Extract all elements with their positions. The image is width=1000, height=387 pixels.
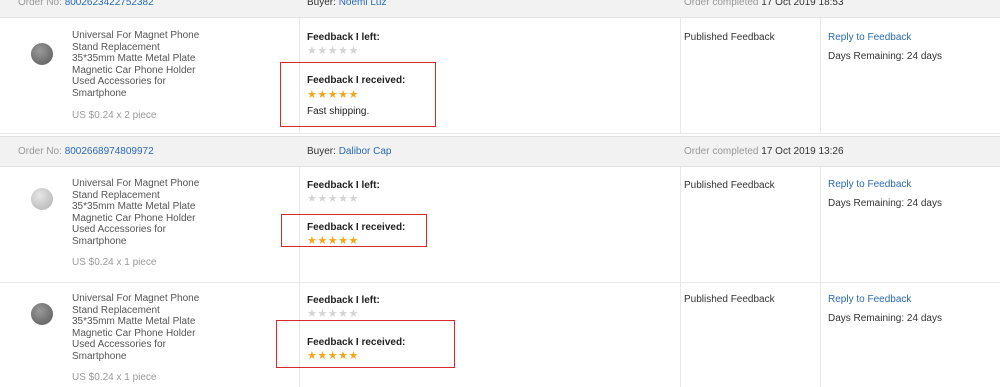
reply-to-feedback-link[interactable]: Reply to Feedback (828, 179, 911, 190)
days-remaining: Days Remaining: 24 days (828, 313, 942, 324)
feedback-received-label: Feedback I received: (307, 75, 406, 86)
star-icon: ★ (327, 193, 339, 205)
days-remaining: Days Remaining: 24 days (828, 51, 942, 62)
star-icon: ★ (307, 308, 318, 320)
star-icon: ★ (348, 235, 359, 247)
order-number: Order No: 8002668974809972 (18, 146, 154, 157)
star-icon: ★ (317, 89, 328, 101)
product-thumbnail[interactable] (31, 43, 53, 65)
order-completed-date: 17 Oct 2019 13:26 (761, 146, 844, 157)
star-icon: ★ (348, 350, 359, 362)
star-icon: ★ (348, 193, 359, 205)
column-divider (680, 18, 681, 133)
order-number-label: Order No: (18, 0, 62, 8)
product-thumbnail[interactable] (31, 188, 53, 210)
order-item-row: Universal For Magnet Phone Stand Replace… (0, 18, 1000, 134)
order-completed-date: 17 Oct 2019 18:53 (761, 0, 844, 8)
star-icon: ★ (307, 235, 318, 247)
star-icon: ★ (327, 235, 339, 247)
buyer-link[interactable]: Dalibor Cap (339, 146, 392, 157)
star-icon: ★ (327, 45, 339, 57)
order-item-row: Universal For Magnet Phone Stand Replace… (0, 167, 1000, 283)
feedback-received-label: Feedback I received: (307, 222, 406, 233)
star-icon: ★ (317, 308, 328, 320)
feedback-left-stars: ★★★★★ (307, 309, 359, 320)
order-header: Order No: 8002623422752382 Buyer: Noemi … (0, 0, 1000, 18)
star-icon: ★ (348, 89, 359, 101)
feedback-left-stars: ★★★★★ (307, 46, 359, 57)
star-icon: ★ (317, 45, 328, 57)
star-icon: ★ (307, 350, 318, 362)
feedback-left-label: Feedback I left: (307, 180, 380, 191)
column-divider (820, 283, 821, 387)
star-icon: ★ (338, 193, 349, 205)
star-icon: ★ (307, 89, 318, 101)
star-icon: ★ (338, 89, 349, 101)
product-title[interactable]: Universal For Magnet Phone Stand Replace… (72, 30, 202, 100)
feedback-status: Published Feedback (684, 32, 775, 43)
order-completed-label: Order completed (684, 0, 759, 8)
star-icon: ★ (327, 89, 339, 101)
feedback-received-label: Feedback I received: (307, 337, 406, 348)
star-icon: ★ (317, 235, 328, 247)
star-icon: ★ (327, 350, 339, 362)
product-price: US $0.24 x 1 piece (72, 257, 157, 268)
reply-to-feedback-link[interactable]: Reply to Feedback (828, 32, 911, 43)
star-icon: ★ (317, 193, 328, 205)
order-number-link[interactable]: 8002623422752382 (65, 0, 154, 8)
feedback-status: Published Feedback (684, 180, 775, 191)
column-divider (680, 283, 681, 387)
order-number-label: Order No: (18, 146, 62, 157)
order-completed-label: Order completed (684, 146, 759, 157)
star-icon: ★ (348, 308, 359, 320)
buyer-link[interactable]: Noemi Luz (339, 0, 387, 8)
days-remaining: Days Remaining: 24 days (828, 198, 942, 209)
order-number: Order No: 8002623422752382 (18, 0, 154, 8)
buyer: Buyer: Dalibor Cap (307, 146, 392, 157)
order-number-link[interactable]: 8002668974809972 (65, 146, 154, 157)
product-price: US $0.24 x 1 piece (72, 372, 157, 383)
product-price: US $0.24 x 2 piece (72, 110, 157, 121)
star-icon: ★ (338, 45, 349, 57)
star-icon: ★ (338, 308, 349, 320)
feedback-received-stars: ★★★★★ (307, 236, 359, 247)
feedback-comment: Fast shipping. (307, 106, 370, 117)
buyer: Buyer: Noemi Luz (307, 0, 387, 8)
buyer-label: Buyer: (307, 146, 336, 157)
column-divider (820, 18, 821, 133)
feedback-left-label: Feedback I left: (307, 295, 380, 306)
feedback-left-label: Feedback I left: (307, 32, 380, 43)
star-icon: ★ (338, 235, 349, 247)
order-header: Order No: 8002668974809972 Buyer: Dalibo… (0, 136, 1000, 167)
feedback-received-stars: ★★★★★ (307, 351, 359, 362)
feedback-left-stars: ★★★★★ (307, 194, 359, 205)
column-divider (820, 167, 821, 282)
star-icon: ★ (327, 308, 339, 320)
reply-to-feedback-link[interactable]: Reply to Feedback (828, 294, 911, 305)
feedback-received-stars: ★★★★★ (307, 90, 359, 101)
star-icon: ★ (317, 350, 328, 362)
order-completed: Order completed 17 Oct 2019 18:53 (684, 0, 844, 8)
star-icon: ★ (307, 45, 318, 57)
buyer-label: Buyer: (307, 0, 336, 8)
order-item-row: Universal For Magnet Phone Stand Replace… (0, 283, 1000, 387)
column-divider (680, 167, 681, 282)
feedback-status: Published Feedback (684, 294, 775, 305)
star-icon: ★ (348, 45, 359, 57)
order-completed: Order completed 17 Oct 2019 13:26 (684, 146, 844, 157)
star-icon: ★ (307, 193, 318, 205)
star-icon: ★ (338, 350, 349, 362)
product-title[interactable]: Universal For Magnet Phone Stand Replace… (72, 178, 202, 248)
product-thumbnail[interactable] (31, 303, 53, 325)
product-title[interactable]: Universal For Magnet Phone Stand Replace… (72, 293, 202, 363)
